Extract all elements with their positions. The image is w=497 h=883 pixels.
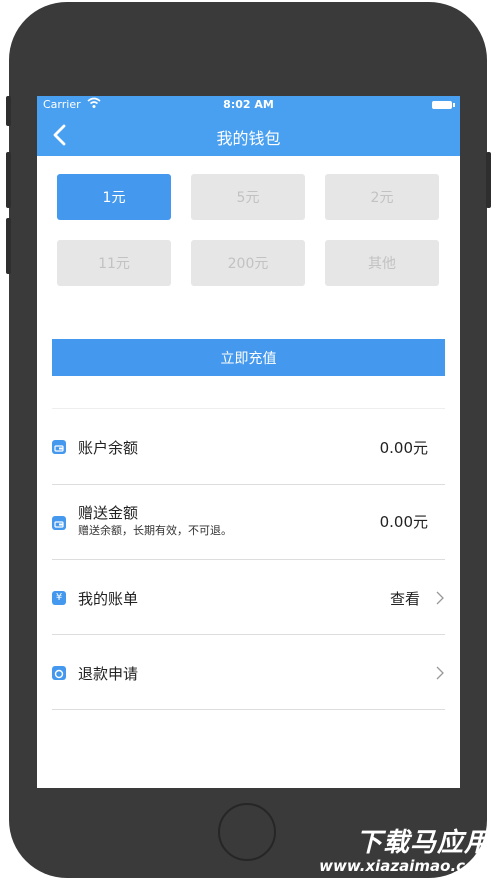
yen-icon: ¥ — [52, 591, 66, 605]
status-bar: Carrier 8:02 AM — [37, 96, 460, 114]
wallet-icon — [52, 516, 66, 530]
recharge-button[interactable]: 立即充值 — [52, 339, 445, 376]
watermark-url: www.xiazaimao.com — [319, 857, 491, 875]
power-button — [486, 152, 491, 208]
gift-label: 赠送金额 — [78, 504, 139, 522]
gift-value: 0.00元 — [379, 513, 428, 531]
amount-option-2[interactable]: 2元 — [325, 174, 439, 220]
bill-row[interactable]: ¥ 我的账单 查看 — [37, 560, 460, 634]
mute-switch — [6, 96, 11, 126]
amount-option-other[interactable]: 其他 — [325, 240, 439, 286]
balance-label: 账户余额 — [78, 439, 139, 457]
watermark: 下载马应用 www.xiazaimao.com — [319, 822, 491, 875]
home-button — [218, 803, 276, 861]
status-time: 8:02 AM — [223, 98, 274, 111]
volume-down-button — [6, 218, 11, 274]
refund-label: 退款申请 — [78, 665, 139, 683]
navigation-bar: 我的钱包 — [37, 114, 460, 156]
gift-row: 赠送金额 赠送余额，长期有效，不可退。 0.00元 — [37, 485, 460, 559]
page-title: 我的钱包 — [216, 129, 281, 148]
wallet-icon — [52, 440, 66, 454]
amount-option-5[interactable]: 5元 — [191, 174, 305, 220]
watermark-title: 下载马应用 — [355, 828, 491, 858]
volume-up-button — [6, 152, 11, 208]
refund-icon — [52, 666, 66, 680]
balance-row: 账户余额 0.00元 — [37, 409, 460, 483]
app-screen: Carrier 8:02 AM 我的钱包 1元 5元 2元 11元 200元 其… — [37, 96, 460, 788]
battery-icon — [432, 101, 455, 109]
balance-value: 0.00元 — [379, 439, 428, 457]
chevron-right-icon — [434, 665, 446, 681]
divider — [52, 709, 445, 710]
refund-row[interactable]: 退款申请 — [37, 635, 460, 709]
amount-option-11[interactable]: 11元 — [57, 240, 171, 286]
chevron-right-icon — [434, 590, 446, 606]
bill-label: 我的账单 — [78, 590, 139, 608]
gift-subtitle: 赠送余额，长期有效，不可退。 — [78, 524, 232, 537]
amount-option-200[interactable]: 200元 — [191, 240, 305, 286]
bill-view-link[interactable]: 查看 — [390, 588, 420, 609]
amount-option-1[interactable]: 1元 — [57, 174, 171, 220]
